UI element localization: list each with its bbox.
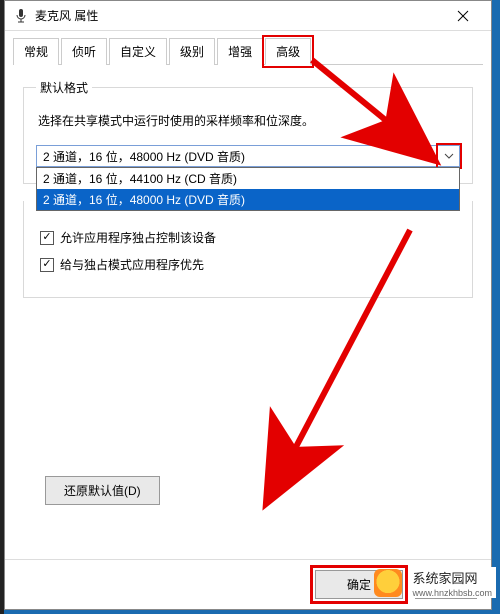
close-icon bbox=[457, 10, 469, 22]
tab-2[interactable]: 自定义 bbox=[109, 38, 167, 65]
default-format-group: 默认格式 选择在共享模式中运行时使用的采样频率和位深度。 2 通道，16 位，4… bbox=[23, 79, 473, 184]
tab-3[interactable]: 级别 bbox=[169, 38, 215, 65]
watermark: 系统家园网 www.hnzkhbsb.com bbox=[370, 563, 500, 602]
mic-properties-window: 麦克风 属性 常规侦听自定义级别增强高级 默认格式 选择在共享模式中运行时使用的… bbox=[4, 0, 492, 610]
watermark-brand: 系统家园网 bbox=[408, 567, 496, 588]
default-format-description: 选择在共享模式中运行时使用的采样频率和位深度。 bbox=[38, 112, 460, 129]
allow-exclusive-label: 允许应用程序独占控制该设备 bbox=[60, 229, 216, 246]
sample-rate-option-1[interactable]: 2 通道，16 位，48000 Hz (DVD 音质) bbox=[37, 189, 459, 210]
close-button[interactable] bbox=[443, 2, 483, 30]
tab-1[interactable]: 侦听 bbox=[61, 38, 107, 65]
exclusive-priority-label: 给与独占模式应用程序优先 bbox=[60, 256, 204, 273]
tab-4[interactable]: 增强 bbox=[217, 38, 263, 65]
restore-defaults-button[interactable]: 还原默认值(D) bbox=[45, 476, 160, 505]
tabstrip: 常规侦听自定义级别增强高级 bbox=[5, 31, 491, 65]
chevron-down-icon[interactable] bbox=[439, 146, 459, 166]
sample-rate-option-0[interactable]: 2 通道，16 位，44100 Hz (CD 音质) bbox=[37, 168, 459, 189]
tab-5[interactable]: 高级 bbox=[265, 38, 311, 65]
titlebar: 麦克风 属性 bbox=[5, 1, 491, 31]
default-format-legend: 默认格式 bbox=[36, 79, 92, 96]
tab-content-advanced: 默认格式 选择在共享模式中运行时使用的采样频率和位深度。 2 通道，16 位，4… bbox=[5, 65, 491, 559]
tab-0[interactable]: 常规 bbox=[13, 38, 59, 65]
sample-rate-dropdown: 2 通道，16 位，44100 Hz (CD 音质) 2 通道，16 位，480… bbox=[36, 167, 460, 211]
sample-rate-selected-value: 2 通道，16 位，48000 Hz (DVD 音质) bbox=[43, 148, 245, 165]
watermark-icon bbox=[374, 569, 402, 597]
allow-exclusive-checkbox[interactable] bbox=[40, 231, 54, 245]
mic-icon bbox=[13, 8, 29, 24]
sample-rate-select[interactable]: 2 通道，16 位，48000 Hz (DVD 音质) bbox=[36, 145, 460, 167]
window-title: 麦克风 属性 bbox=[35, 7, 443, 24]
watermark-url: www.hnzkhbsb.com bbox=[408, 588, 496, 598]
sample-rate-select-wrap: 2 通道，16 位，48000 Hz (DVD 音质) 2 通道，16 位，44… bbox=[36, 145, 460, 167]
exclusive-priority-checkbox[interactable] bbox=[40, 258, 54, 272]
